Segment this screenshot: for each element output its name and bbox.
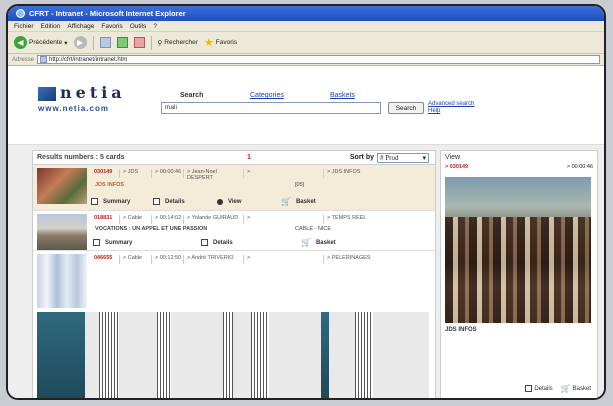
card-code: CABLE - NICE (295, 226, 332, 232)
menu-affichage[interactable]: Affichage (67, 23, 94, 30)
address-bar: Adresse http://cfrt/intranet/intranet.ht… (8, 54, 604, 66)
document-icon (201, 239, 208, 246)
video-strip (37, 312, 429, 398)
netia-logo[interactable]: netia www.netia.com (38, 83, 126, 113)
card-title: VOCATIONS : UN APPEL ET UNE PASSION (95, 226, 208, 232)
view-caption: JDS INFOS (445, 327, 477, 333)
results-panel: Results numbers : 5 cards 1 Sort by # Pr… (32, 150, 436, 398)
menu-fichier[interactable]: Fichier (14, 23, 34, 30)
refresh-icon[interactable] (116, 37, 128, 48)
card-actions: Summary Details View 🛒 Basket (91, 197, 431, 206)
title-bar: CFRT - Intranet - Microsoft Internet Exp… (8, 6, 604, 21)
strip-frame (223, 312, 233, 398)
forward-button[interactable]: ▶ (73, 36, 87, 49)
card-meta: 046655 > Cable > 00:12:50 > André TRIVER… (91, 255, 431, 264)
card-thumbnail[interactable] (37, 254, 87, 308)
basket-icon: 🛒 (301, 238, 311, 247)
search-button[interactable]: Search (388, 102, 424, 114)
strip-frame (321, 312, 329, 398)
basket-icon: 🛒 (281, 197, 291, 206)
magnifier-icon: ⚲ (157, 39, 163, 47)
summary-icon (91, 198, 98, 205)
card-thumbnail[interactable] (37, 214, 87, 250)
summary-button[interactable]: Summary (91, 198, 153, 205)
strip-frame (157, 312, 171, 398)
page-icon (40, 56, 48, 63)
card-meta: 018831 > Cable > 00:14:02 > Yolande GUIR… (91, 215, 431, 224)
results-header: Results numbers : 5 cards 1 Sort by # Pr… (33, 151, 435, 165)
nav-baskets[interactable]: Baskets (330, 92, 410, 99)
results-count: Results numbers : 5 cards (37, 154, 125, 161)
menu-help[interactable]: ? (153, 23, 157, 30)
search-input[interactable]: mali (161, 102, 381, 114)
toolbar: ◀ Précédente ▾ ▶ ⚲ Rechercher ★ Favoris (8, 32, 604, 54)
card-meta: 030149 > JDS > 00:00:46 > Jean-Noel DESP… (94, 169, 361, 181)
strip-frame (251, 312, 269, 398)
radio-icon (217, 198, 223, 205)
summary-icon (93, 239, 100, 246)
nav-categories[interactable]: Categories (250, 92, 330, 99)
view-meta: > 030149 > 00:00:46 (445, 164, 593, 170)
document-icon (525, 385, 533, 392)
strip-frame (99, 312, 119, 398)
page-content: netia www.netia.com Search Categories Ba… (8, 68, 604, 398)
view-panel: View > 030149 > 00:00:46 JDS INFOS Detai… (440, 150, 598, 398)
stop-icon[interactable] (99, 37, 111, 48)
logo-mark-icon (38, 86, 56, 101)
address-input[interactable]: http://cfrt/intranet/intranet.htm (37, 55, 600, 64)
menu-bar: Fichier Edition Affichage Favoris Outils… (8, 21, 604, 32)
card-thumbnail[interactable] (37, 168, 87, 204)
search-toolbar-button[interactable]: ⚲ Rechercher (158, 39, 198, 47)
details-button[interactable]: Details (201, 239, 301, 246)
view-basket-button[interactable]: 🛒 Basket (561, 384, 591, 393)
result-card[interactable]: 030149 > JDS > 00:00:46 > Jean-Noel DESP… (33, 165, 435, 211)
menu-outils[interactable]: Outils (130, 23, 147, 30)
ie-icon (16, 9, 25, 18)
address-url: http://cfrt/intranet/intranet.htm (49, 56, 128, 63)
nav-search: Search (180, 92, 204, 99)
basket-button[interactable]: 🛒 Basket (301, 238, 336, 247)
menu-favoris[interactable]: Favoris (101, 23, 122, 30)
strip-frame (37, 312, 85, 398)
home-icon[interactable] (133, 37, 145, 48)
strip-frame (355, 312, 373, 398)
card-actions: Summary Details 🛒 Basket (91, 238, 431, 247)
dropdown-arrow-icon: ▾ (64, 39, 68, 47)
main-nav: Search Categories Baskets (180, 92, 410, 99)
view-button[interactable]: View (217, 198, 281, 205)
preview-image[interactable] (445, 177, 591, 323)
summary-button[interactable]: Summary (91, 239, 201, 246)
sort-control: Sort by # Prod ▾ (349, 152, 429, 163)
favorites-button[interactable]: ★ Favoris (204, 36, 237, 49)
card-code: [05] (295, 182, 305, 188)
view-actions: Details 🛒 Basket (525, 384, 591, 393)
result-card[interactable]: 046655 > Cable > 00:12:50 > André TRIVER… (33, 251, 435, 398)
sort-select[interactable]: # Prod ▾ (377, 152, 429, 163)
help-link[interactable]: Help (428, 108, 474, 115)
sort-label: Sort by (349, 154, 374, 161)
back-button[interactable]: ◀ Précédente ▾ (14, 36, 68, 49)
menu-edition[interactable]: Edition (41, 23, 61, 30)
window-title: CFRT - Intranet - Microsoft Internet Exp… (29, 9, 186, 18)
site-header: netia www.netia.com Search Categories Ba… (8, 68, 604, 145)
view-details-button[interactable]: Details (525, 384, 553, 393)
result-card[interactable]: 018831 > Cable > 00:14:02 > Yolande GUIR… (33, 211, 435, 251)
advanced-search-link[interactable]: Advanced search (428, 101, 474, 108)
view-title: View (445, 154, 461, 161)
address-label: Adresse (12, 56, 35, 63)
card-title: JDS INFOS (95, 182, 125, 188)
browser-window: CFRT - Intranet - Microsoft Internet Exp… (6, 4, 606, 400)
basket-button[interactable]: 🛒 Basket (281, 197, 316, 206)
search-links: Advanced search Help (428, 101, 474, 115)
page-number[interactable]: 1 (247, 154, 251, 161)
document-icon (153, 198, 160, 205)
star-icon: ★ (203, 37, 214, 49)
details-button[interactable]: Details (153, 198, 217, 205)
back-arrow-icon: ◀ (14, 36, 27, 49)
chevron-down-icon: ▾ (422, 153, 426, 162)
basket-icon: 🛒 (560, 384, 571, 393)
